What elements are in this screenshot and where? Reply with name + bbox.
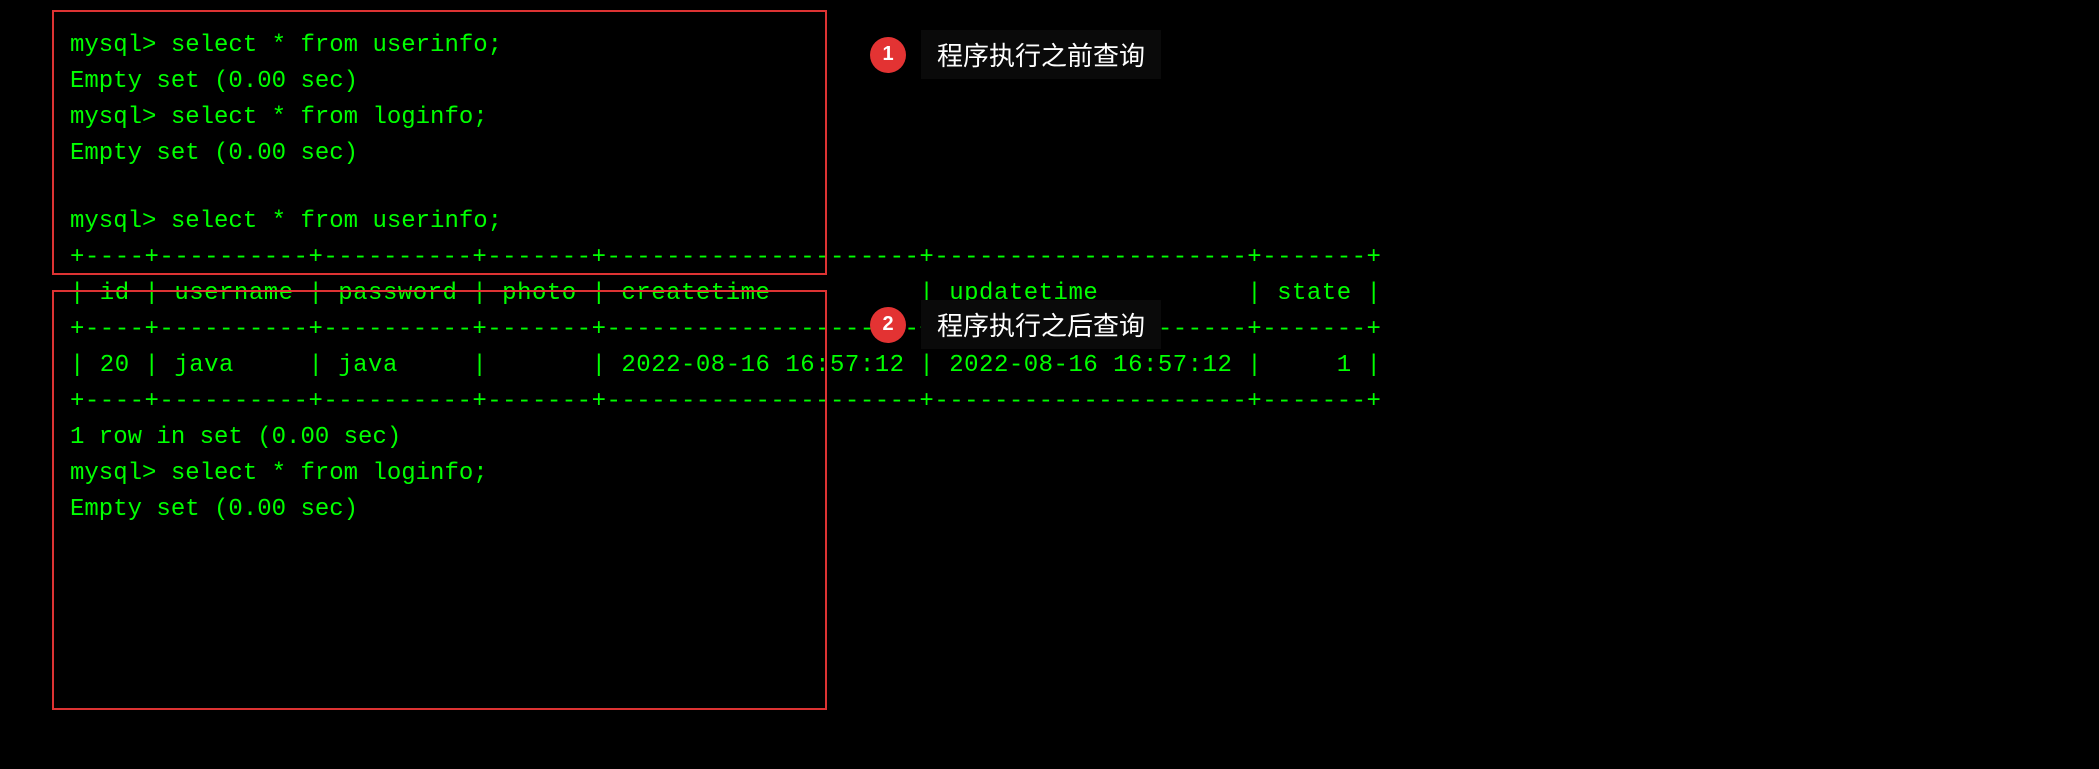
terminal-output: mysql> select * from userinfo; Empty set… <box>10 10 2089 528</box>
table-row: | 20 | java | java | | 2022-08-16 16:57:… <box>70 348 2089 384</box>
mysql-query-line: mysql> select * from loginfo; <box>70 456 2089 492</box>
badge-number-icon: 1 <box>870 37 906 73</box>
mysql-query-line: mysql> select * from userinfo; <box>70 204 2089 240</box>
mysql-result-line: 1 row in set (0.00 sec) <box>70 420 2089 456</box>
annotation-label: 程序执行之后查询 <box>921 300 1161 349</box>
badge-number-icon: 2 <box>870 307 906 343</box>
annotation-before: 1 程序执行之前查询 <box>870 30 1161 79</box>
query-block-after: mysql> select * from userinfo; +----+---… <box>10 172 2089 528</box>
mysql-query-line: mysql> select * from loginfo; <box>70 100 2089 136</box>
table-border: +----+----------+----------+-------+----… <box>70 384 2089 420</box>
table-border: +----+----------+----------+-------+----… <box>70 240 2089 276</box>
annotation-label: 程序执行之前查询 <box>921 30 1161 79</box>
mysql-result-line: Empty set (0.00 sec) <box>70 492 2089 528</box>
annotation-after: 2 程序执行之后查询 <box>870 300 1161 349</box>
mysql-result-line: Empty set (0.00 sec) <box>70 136 2089 172</box>
